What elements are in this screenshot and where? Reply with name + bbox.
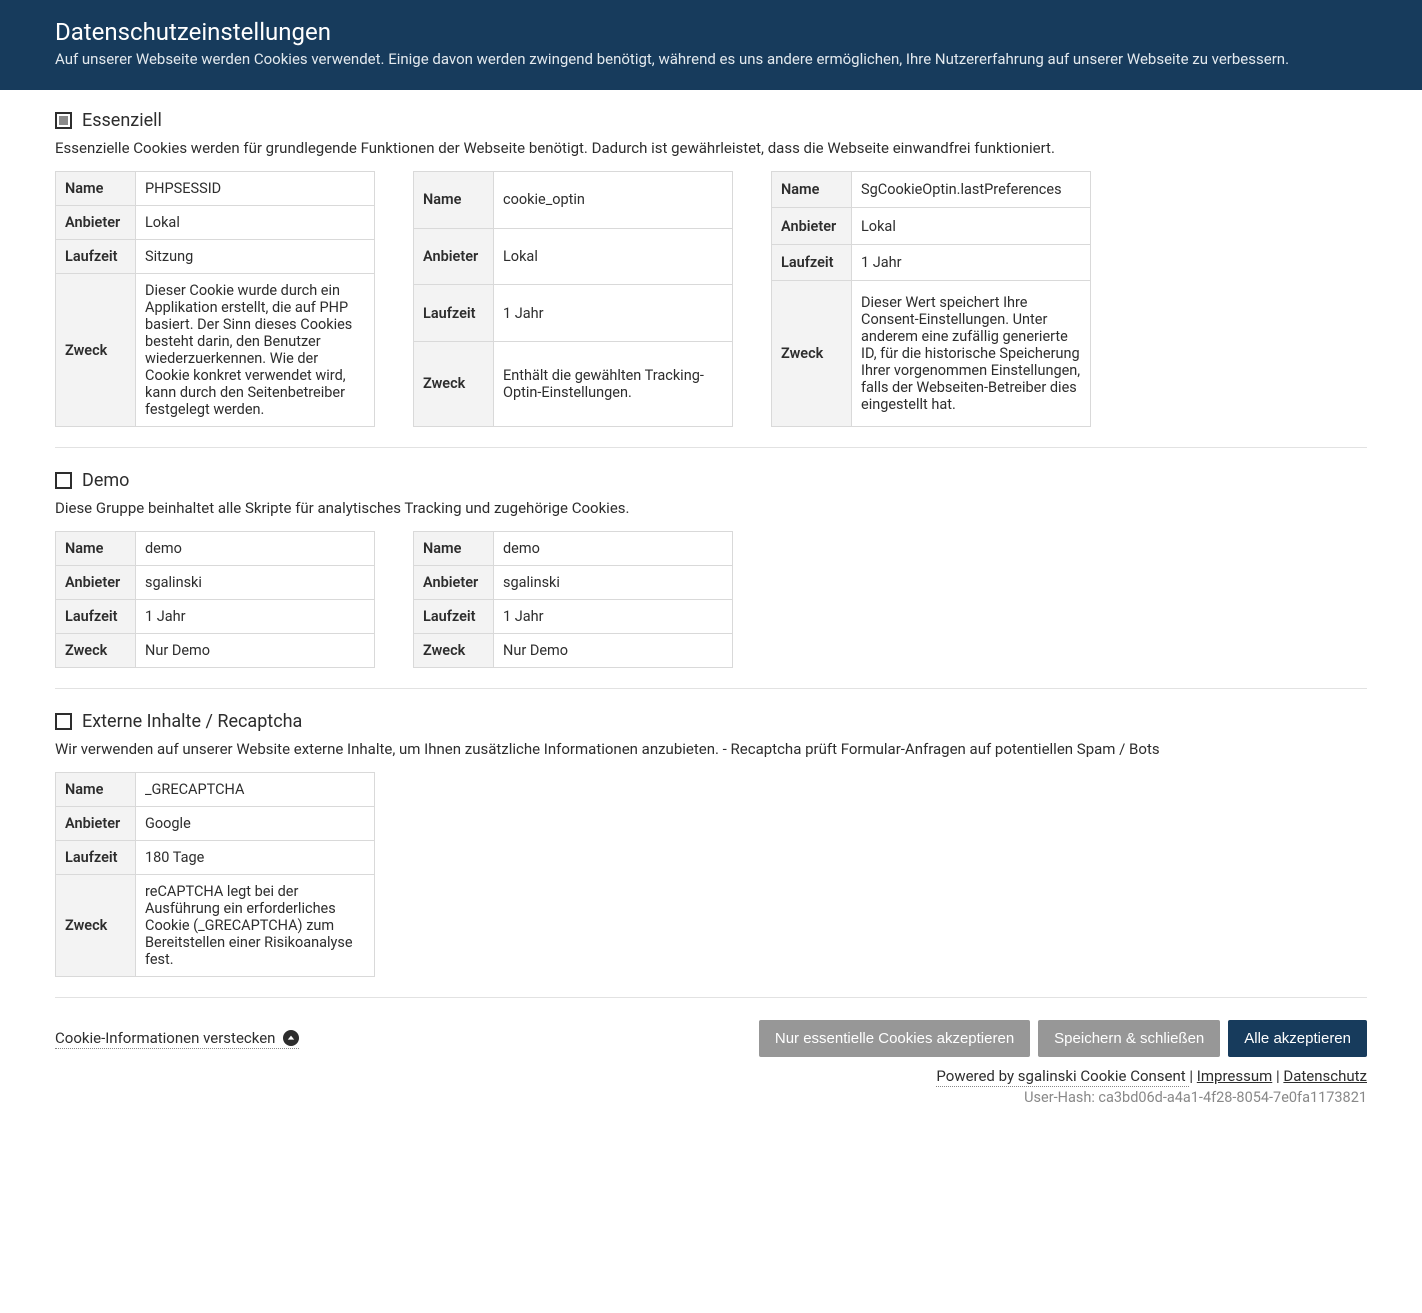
separator (55, 447, 1367, 448)
cookie-label: Laufzeit (414, 600, 494, 634)
separator (55, 997, 1367, 998)
save-close-button[interactable]: Speichern & schließen (1038, 1020, 1220, 1057)
cookie-value: _GRECAPTCHA (136, 773, 375, 807)
group-desc: Essenzielle Cookies werden für grundlege… (55, 139, 1367, 157)
cookie-label: Name (56, 172, 136, 206)
cookie-label: Laufzeit (56, 600, 136, 634)
cookie-label: Zweck (772, 281, 852, 427)
group-checkbox-demo[interactable] (55, 472, 72, 489)
cookie-label: Name (772, 172, 852, 208)
cookie-value: Sitzung (136, 240, 375, 274)
cookie-label: Zweck (56, 875, 136, 977)
cookie-value: cookie_optin (494, 172, 733, 229)
cookie-value: Nur Demo (494, 634, 733, 668)
cookie-value: reCAPTCHA legt bei der Ausführung ein er… (136, 875, 375, 977)
user-hash: User-Hash: ca3bd06d-a4a1-4f28-8054-7e0fa… (55, 1089, 1367, 1106)
cookie-label: Laufzeit (56, 240, 136, 274)
group-title: Externe Inhalte / Recaptcha (82, 711, 302, 732)
cookie-label: Anbieter (56, 566, 136, 600)
cookie-value: SgCookieOptin.lastPreferences (852, 172, 1091, 208)
cookie-label: Zweck (414, 634, 494, 668)
group-desc: Diese Gruppe beinhaltet alle Skripte für… (55, 499, 1367, 517)
cookie-table: Namecookie_optinAnbieterLokalLaufzeit1 J… (413, 171, 733, 427)
cookie-label: Laufzeit (414, 285, 494, 342)
cookie-value: Dieser Cookie wurde durch ein Applikatio… (136, 274, 375, 427)
cookie-label: Zweck (56, 634, 136, 668)
cookie-value: 1 Jahr (494, 285, 733, 342)
cookie-table: NamedemoAnbietersgalinskiLaufzeit1 JahrZ… (413, 531, 733, 668)
group-desc: Wir verwenden auf unserer Website extern… (55, 740, 1367, 758)
cookie-value: Enthält die gewählten Tracking-Optin-Ein… (494, 341, 733, 426)
cookie-label: Laufzeit (56, 841, 136, 875)
group-title: Essenziell (82, 110, 162, 131)
cookie-value: sgalinski (494, 566, 733, 600)
separator (55, 688, 1367, 689)
cookie-label: Zweck (414, 341, 494, 426)
cookie-label: Name (414, 172, 494, 229)
cookie-value: 1 Jahr (494, 600, 733, 634)
cookie-value: Lokal (136, 206, 375, 240)
cookie-table: NamePHPSESSIDAnbieterLokalLaufzeitSitzun… (55, 171, 375, 427)
hide-info-label: Cookie-Informationen verstecken (55, 1029, 275, 1047)
hide-cookie-info-link[interactable]: Cookie-Informationen verstecken (55, 1029, 299, 1049)
accept-all-button[interactable]: Alle akzeptieren (1228, 1020, 1367, 1057)
imprint-link[interactable]: Impressum (1197, 1067, 1272, 1085)
cookie-table: Name_GRECAPTCHAAnbieterGoogleLaufzeit180… (55, 772, 375, 977)
cookie-label: Zweck (56, 274, 136, 427)
group-title: Demo (82, 470, 129, 491)
dialog-title: Datenschutzeinstellungen (55, 18, 1367, 46)
cookie-label: Name (414, 532, 494, 566)
cookie-value: 1 Jahr (852, 244, 1091, 280)
group-checkbox-external[interactable] (55, 713, 72, 730)
chevron-up-icon (283, 1030, 299, 1046)
cookie-value: sgalinski (136, 566, 375, 600)
accept-essential-button[interactable]: Nur essentielle Cookies akzeptieren (759, 1020, 1030, 1057)
cookie-label: Anbieter (414, 566, 494, 600)
cookie-label: Laufzeit (772, 244, 852, 280)
cookie-value: PHPSESSID (136, 172, 375, 206)
cookie-label: Name (56, 532, 136, 566)
cookie-value: Google (136, 807, 375, 841)
powered-by-link[interactable]: Powered by sgalinski Cookie Consent (936, 1067, 1189, 1087)
cookie-value: 1 Jahr (136, 600, 375, 634)
cookie-label: Anbieter (56, 807, 136, 841)
cookie-value: Nur Demo (136, 634, 375, 668)
cookie-value: 180 Tage (136, 841, 375, 875)
dialog-header: Datenschutzeinstellungen Auf unserer Web… (0, 0, 1422, 90)
cookie-label: Name (56, 773, 136, 807)
cookie-value: demo (494, 532, 733, 566)
cookie-table: NameSgCookieOptin.lastPreferencesAnbiete… (771, 171, 1091, 427)
cookie-value: Dieser Wert speichert Ihre Consent-Einst… (852, 281, 1091, 427)
cookie-value: Lokal (852, 208, 1091, 244)
group-checkbox-essential[interactable] (55, 112, 72, 129)
cookie-value: demo (136, 532, 375, 566)
cookie-label: Anbieter (56, 206, 136, 240)
footer-meta: Powered by sgalinski Cookie Consent | Im… (55, 1067, 1367, 1106)
dialog-subtitle: Auf unserer Webseite werden Cookies verw… (55, 50, 1367, 68)
cookie-table: NamedemoAnbietersgalinskiLaufzeit1 JahrZ… (55, 531, 375, 668)
cookie-label: Anbieter (772, 208, 852, 244)
cookie-value: Lokal (494, 228, 733, 285)
privacy-link[interactable]: Datenschutz (1283, 1067, 1367, 1085)
cookie-label: Anbieter (414, 228, 494, 285)
